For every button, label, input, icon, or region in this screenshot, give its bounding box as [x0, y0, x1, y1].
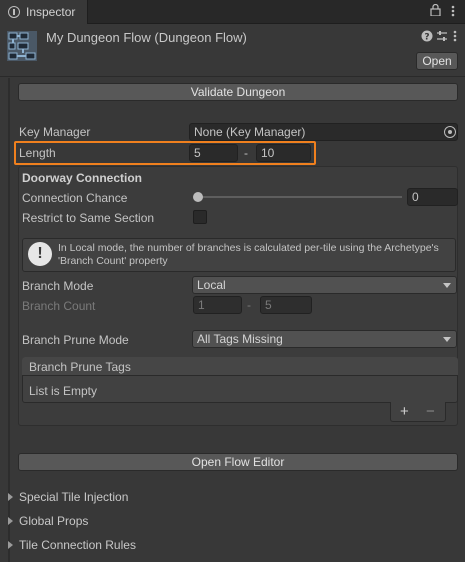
connection-chance-slider-handle[interactable]	[193, 192, 203, 202]
dungeon-flow-icon	[6, 30, 38, 62]
more-icon[interactable]	[453, 30, 457, 45]
branch-mode-dropdown[interactable]: Local	[192, 276, 457, 294]
tab-inspector[interactable]: Inspector	[0, 0, 88, 24]
chevron-down-icon	[443, 283, 451, 288]
lock-icon[interactable]	[430, 3, 441, 19]
branch-count-separator: -	[247, 298, 251, 312]
validate-dungeon-button[interactable]: Validate Dungeon	[18, 83, 458, 101]
length-label: Length	[19, 146, 56, 160]
foldout-global-props[interactable]: Global Props	[8, 514, 88, 528]
connection-chance-label: Connection Chance	[22, 191, 128, 205]
branch-prune-mode-value: All Tags Missing	[197, 332, 283, 346]
branch-count-max-field[interactable]: 5	[260, 296, 312, 314]
add-item-button[interactable]: +	[400, 403, 409, 420]
kebab-menu-icon[interactable]	[451, 5, 455, 20]
chevron-right-icon	[8, 541, 13, 549]
foldout-label: Tile Connection Rules	[19, 538, 136, 552]
restrict-same-section-label: Restrict to Same Section	[22, 211, 155, 225]
chevron-right-icon	[8, 493, 13, 501]
key-manager-label: Key Manager	[19, 125, 91, 139]
target-icon[interactable]	[444, 126, 456, 138]
help-icon[interactable]: ?	[421, 30, 433, 45]
branch-prune-mode-label: Branch Prune Mode	[22, 333, 129, 347]
connection-chance-field[interactable]: 0	[407, 188, 458, 206]
sliders-icon[interactable]	[436, 30, 448, 45]
object-title: My Dungeon Flow (Dungeon Flow)	[46, 30, 247, 45]
chevron-right-icon	[8, 517, 13, 525]
help-text: In Local mode, the number of branches is…	[58, 242, 439, 267]
open-flow-editor-button[interactable]: Open Flow Editor	[18, 453, 458, 471]
inspector-window: Inspector My Dungeon Flow (Dungeon Flow)…	[0, 0, 465, 562]
list-empty-text: List is Empty	[29, 384, 98, 398]
branch-count-label: Branch Count	[22, 299, 96, 313]
length-separator: -	[244, 146, 248, 160]
exclamation-icon: !	[28, 242, 52, 266]
restrict-same-section-checkbox[interactable]	[193, 210, 207, 224]
branch-prune-mode-dropdown[interactable]: All Tags Missing	[192, 330, 457, 348]
header-divider	[0, 76, 465, 77]
foldout-special-tile-injection[interactable]: Special Tile Injection	[8, 490, 128, 504]
length-min-field[interactable]: 5	[189, 144, 238, 162]
info-icon	[8, 6, 20, 18]
foldout-label: Special Tile Injection	[19, 490, 129, 504]
list-footer	[390, 402, 446, 422]
foldout-tile-connection-rules[interactable]: Tile Connection Rules	[8, 538, 136, 552]
open-button[interactable]: Open	[416, 52, 458, 70]
branch-prune-tags-title: Branch Prune Tags	[29, 360, 131, 374]
key-manager-field[interactable]: None (Key Manager)	[189, 123, 458, 141]
branch-count-min-field[interactable]: 1	[193, 296, 242, 314]
svg-text:?: ?	[424, 33, 429, 43]
branch-mode-value: Local	[197, 278, 226, 292]
connection-chance-slider-track[interactable]	[196, 196, 402, 198]
chevron-down-icon	[443, 337, 451, 342]
length-max-field[interactable]: 10	[256, 144, 311, 162]
doorway-connection-heading: Doorway Connection	[22, 171, 143, 185]
foldout-label: Global Props	[19, 514, 89, 528]
branch-mode-label: Branch Mode	[22, 279, 94, 293]
remove-item-button[interactable]: −	[426, 403, 435, 420]
tab-label: Inspector	[26, 5, 76, 19]
